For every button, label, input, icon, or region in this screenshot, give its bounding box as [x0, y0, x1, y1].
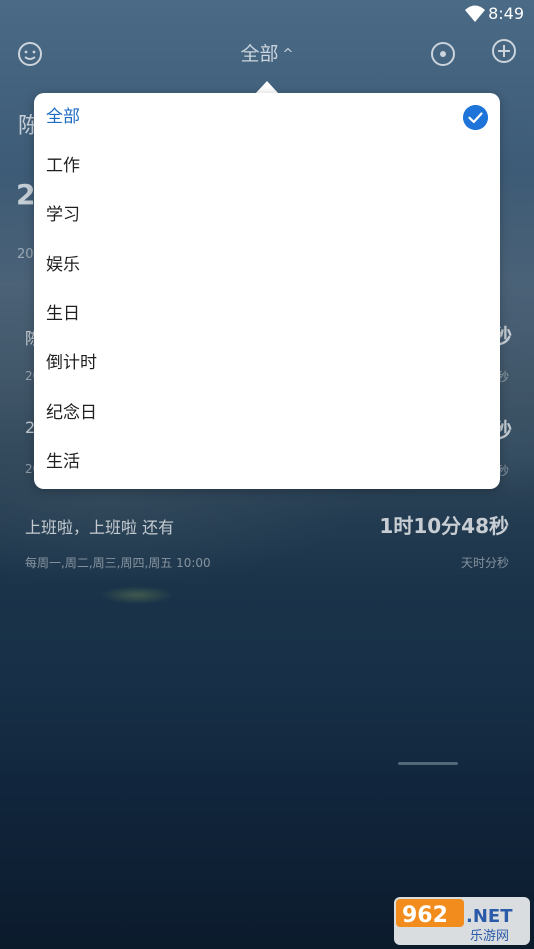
- event-countdown: 1时10分48秒: [379, 514, 509, 538]
- partial-text: 2: [16, 178, 36, 211]
- dropdown-item-anniversary[interactable]: 纪念日: [34, 389, 500, 438]
- dropdown-item-label: 生活: [46, 452, 80, 472]
- status-bar: 8:49: [0, 0, 534, 30]
- add-icon[interactable]: [490, 37, 518, 65]
- island-decoration: [100, 586, 174, 604]
- dropdown-item-all[interactable]: 全部: [34, 93, 500, 142]
- svg-text:.NET: .NET: [466, 906, 513, 927]
- category-dropdown: 全部 工作 学习 娱乐 生日 倒计时 纪念日 生活: [34, 93, 500, 489]
- dropdown-item-label: 倒计时: [46, 353, 97, 373]
- dropdown-item-label: 生日: [46, 304, 80, 324]
- dropdown-item-label: 纪念日: [46, 403, 97, 423]
- category-title: 全部: [240, 43, 279, 65]
- svg-text:乐游网: 乐游网: [470, 929, 509, 944]
- dropdown-item-label: 娱乐: [46, 255, 80, 275]
- dropdown-item-life[interactable]: 生活: [34, 438, 500, 487]
- status-time: 8:49: [488, 4, 524, 23]
- dropdown-item-study[interactable]: 学习: [34, 191, 500, 240]
- boat-streak-decoration: [398, 762, 458, 765]
- wifi-icon: [465, 5, 485, 22]
- dropdown-item-label: 全部: [46, 107, 80, 127]
- dropdown-item-work[interactable]: 工作: [34, 142, 500, 191]
- watermark-logo: 962 .NET 乐游网: [394, 897, 530, 945]
- dropdown-item-countdown[interactable]: 倒计时: [34, 339, 500, 388]
- event-title: 上班啦，上班啦 还有: [25, 518, 175, 537]
- chevron-up-icon: ^: [282, 47, 294, 62]
- event-schedule: 每周一,周二,周三,周四,周五 10:00: [25, 556, 211, 570]
- dropdown-item-entertainment[interactable]: 娱乐: [34, 241, 500, 290]
- dropdown-item-birthday[interactable]: 生日: [34, 290, 500, 339]
- event-row[interactable]: 上班啦，上班啦 还有 1时10分48秒 每周一,周二,周三,周四,周五 10:0…: [25, 514, 509, 574]
- event-unit: 天时分秒: [460, 556, 509, 570]
- target-icon[interactable]: [429, 40, 457, 68]
- checkmark-icon: [463, 105, 488, 130]
- svg-text:962: 962: [402, 903, 448, 928]
- dropdown-item-label: 学习: [46, 205, 80, 225]
- partial-text: 20: [17, 247, 34, 262]
- dropdown-item-label: 工作: [46, 156, 80, 176]
